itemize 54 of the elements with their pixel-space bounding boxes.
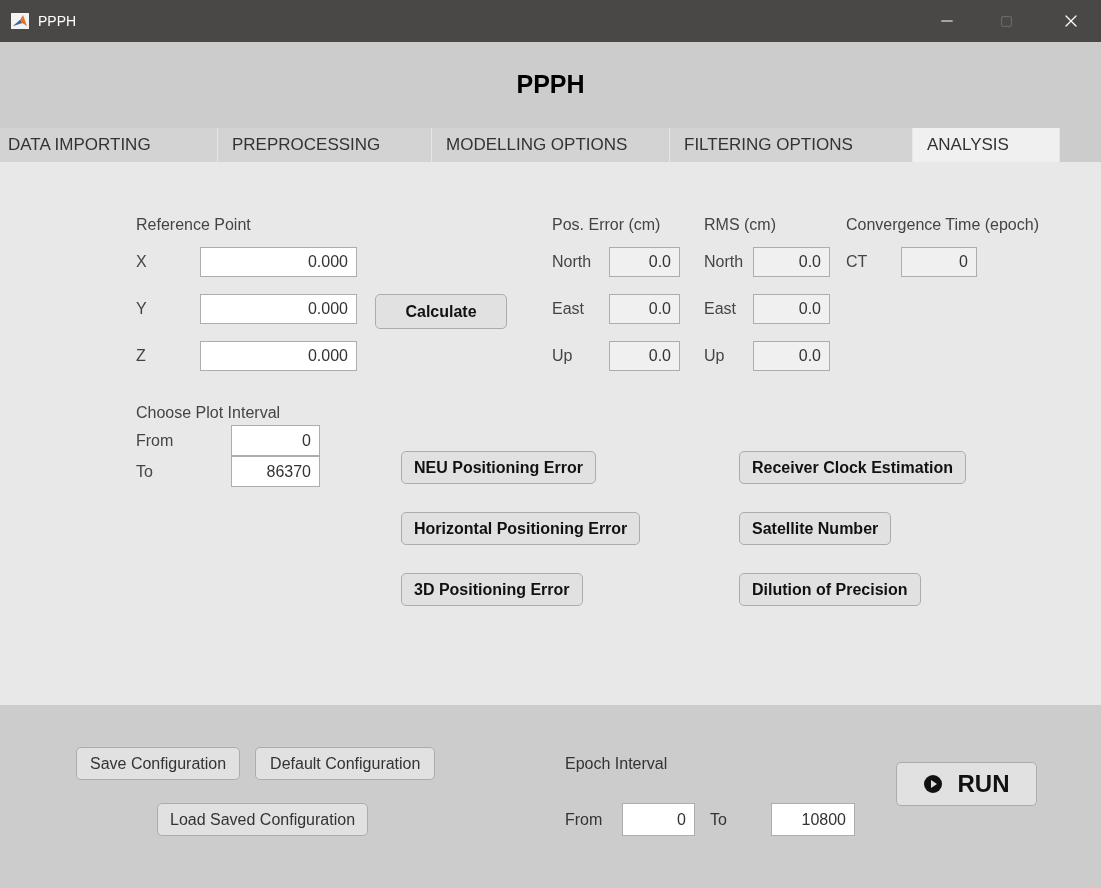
run-button[interactable]: RUN (896, 762, 1037, 806)
number-field[interactable]: 0 (231, 425, 320, 456)
field-label: From (136, 430, 175, 451)
number-field[interactable]: 86370 (231, 456, 320, 487)
window-title: PPPH (38, 11, 77, 31)
plot-button[interactable]: Receiver Clock Estimation (739, 451, 966, 484)
number-field[interactable]: 0 (622, 803, 695, 836)
tab[interactable]: PREPROCESSING (218, 128, 432, 162)
number-field[interactable]: 0.0 (609, 341, 680, 371)
number-field[interactable]: 0.0 (609, 247, 680, 277)
tab[interactable]: MODELLING OPTIONS (432, 128, 670, 162)
default-configuration-button[interactable]: Default Configuration (255, 747, 436, 780)
field-label: Up (552, 346, 574, 366)
field-label: East (704, 299, 737, 319)
section-label: Pos. Error (cm) (552, 215, 661, 235)
tab[interactable]: FILTERING OPTIONS (670, 128, 913, 162)
axis-label: Z (136, 346, 147, 366)
plot-button[interactable]: Satellite Number (739, 512, 892, 545)
section-label: Epoch Interval (565, 753, 668, 774)
field-label: North (552, 252, 593, 272)
field-label: North (704, 252, 745, 272)
section-label: RMS (cm) (704, 215, 776, 235)
section-label: Convergence Time (epoch) (846, 215, 1039, 235)
axis-label: Y (136, 299, 148, 319)
field-label: Up (704, 346, 726, 366)
save-configuration-button[interactable]: Save Configuration (76, 747, 241, 780)
load-configuration-button[interactable]: Load Saved Configuration (157, 803, 369, 836)
calculate-button[interactable]: Calculate (375, 294, 507, 329)
field-label: East (552, 299, 585, 319)
app-header: PPPH (516, 69, 585, 101)
axis-label: X (136, 252, 148, 272)
number-field[interactable]: 0.0 (753, 341, 830, 371)
plot-button[interactable]: Horizontal Positioning Error (401, 512, 641, 545)
field-label: CT (846, 252, 869, 272)
plot-button[interactable]: NEU Positioning Error (401, 451, 596, 484)
field-label: From (565, 809, 604, 830)
number-field[interactable]: 0.0 (753, 247, 830, 277)
play-icon (923, 775, 942, 793)
tab[interactable]: ANALYSIS (913, 128, 1060, 162)
number-field[interactable]: 0 (901, 247, 977, 277)
field-label: To (136, 461, 154, 482)
tab[interactable]: DATA IMPORTING (0, 128, 218, 162)
plot-button[interactable]: 3D Positioning Error (401, 573, 583, 606)
section-label: Choose Plot Interval (136, 403, 281, 423)
number-field[interactable]: 0.0 (753, 294, 830, 324)
number-field[interactable]: 0.000 (200, 341, 357, 371)
number-field[interactable]: 10800 (771, 803, 855, 836)
section-label: Reference Point (136, 215, 251, 235)
number-field[interactable]: 0.000 (200, 294, 357, 324)
plot-button[interactable]: Dilution of Precision (739, 573, 921, 606)
number-field[interactable]: 0.000 (200, 247, 357, 277)
number-field[interactable]: 0.0 (609, 294, 680, 324)
app-logo-icon (11, 13, 29, 29)
field-label: To (710, 809, 728, 830)
